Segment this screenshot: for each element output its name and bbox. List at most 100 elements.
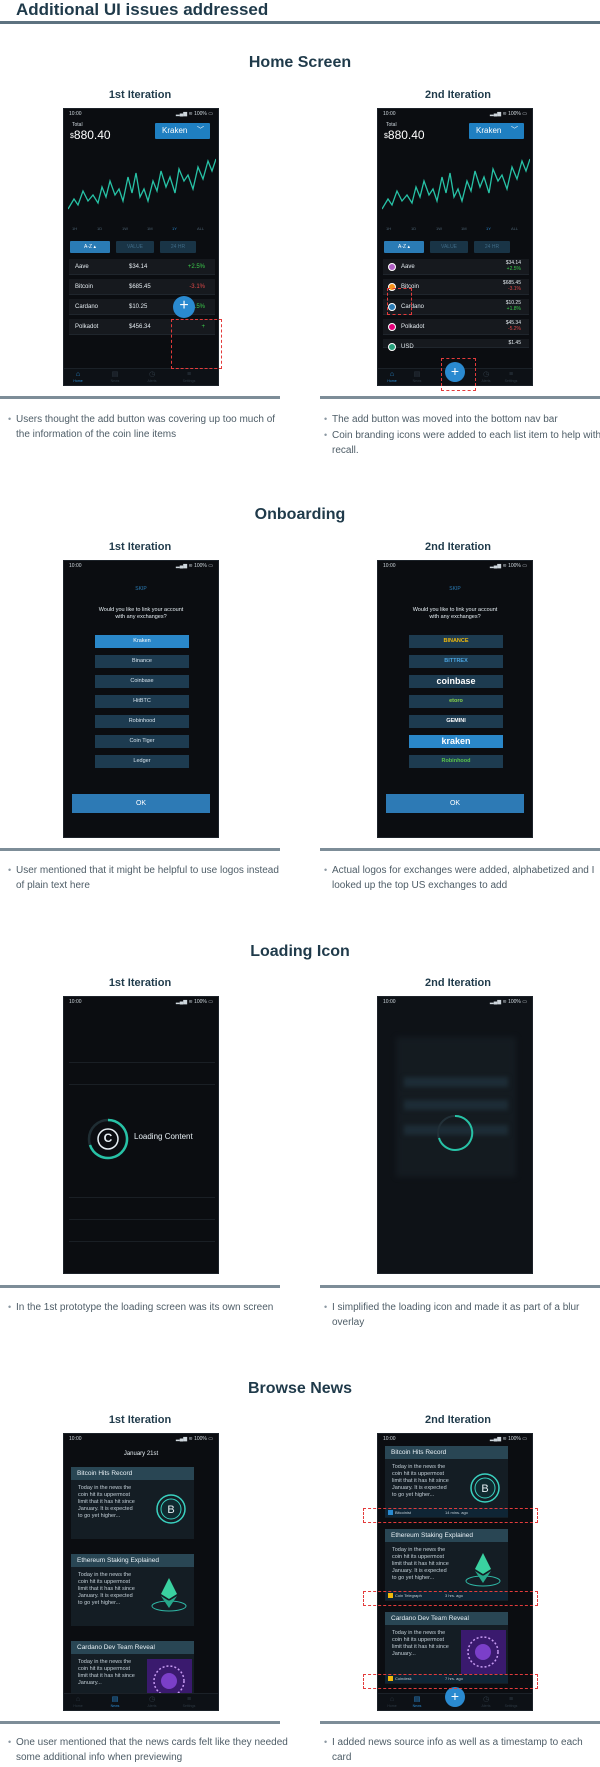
excerpt-line: January... [392,1651,416,1657]
excerpt-line: to go yet higher... [392,1492,435,1498]
nav-home[interactable]: ⌂ Home [381,371,403,383]
iteration-label: 2nd Iteration [424,89,491,101]
nav-settings[interactable]: ≡ Settings [500,371,522,383]
news-excerpt: Today in the news the coin hit its upperm… [392,1630,460,1658]
nav-settings[interactable]: ≡ Settings [500,1696,522,1708]
news-headline: Cardano Dev Team Reveal [71,1641,194,1654]
filter-24hr[interactable]: 24 HR [160,241,196,253]
exchange-logo-option[interactable]: coinbase [409,675,503,688]
exchange-option[interactable]: Ledger [95,755,189,768]
exchange-dropdown[interactable]: Kraken ﹀ [155,123,210,139]
status-bar: 10:00 ▂▄▆ ≋ 100% ▭ [69,1436,213,1442]
exchange-option[interactable]: HitBTC [95,695,189,708]
nav-settings[interactable]: ≡ Settings [178,371,200,383]
loading-spinner-icon [437,1114,474,1151]
filter-az[interactable]: A-Z ▴ [70,241,110,253]
timeframe-1m[interactable]: 1M [461,226,467,231]
btc-coin-icon: B [470,1473,500,1503]
excerpt-line: Today in the news the [78,1485,132,1491]
excerpt-line: to go yet higher... [78,1513,121,1519]
exchange-logo-option[interactable]: Robinhood [409,755,503,768]
coin-row[interactable]: Aave $34.14 +2.5% [69,259,215,275]
phone-loading-v2: 10:00 ▂▄▆ ≋ 100% ▭ [377,996,533,1274]
coin-price: $685.45 [129,284,151,290]
nav-settings[interactable]: ≡ Settings [178,1696,200,1708]
annotation-box [387,288,412,315]
add-button[interactable]: + [173,296,195,318]
timeframe-1d[interactable]: 1D [411,226,416,231]
exchange-option[interactable]: Kraken [95,635,189,648]
nav-alerts[interactable]: ◷ Alerts [141,371,163,383]
nav-alerts[interactable]: ◷ Alerts [475,1696,497,1708]
timeframe-1y[interactable]: 1Y [172,226,177,231]
annotation-box [171,319,222,369]
skip-link[interactable]: SKIP [378,586,532,592]
exchange-logo-option[interactable]: BINANCE [409,635,503,648]
add-button[interactable]: + [445,1687,465,1707]
filter-value[interactable]: VALUE [116,241,154,253]
timeframe-1d[interactable]: 1D [97,226,102,231]
coin-row[interactable]: USD $1.45 [383,339,529,351]
nav-alerts[interactable]: ◷ Alerts [141,1696,163,1708]
nav-news[interactable]: ▤ News [104,371,126,383]
section-title: Browse News [247,1380,353,1397]
status-bar: 10:00 ▂▄▆ ≋ 100% ▭ [378,109,532,119]
nav-news[interactable]: ▤ News [406,371,428,383]
coin-change: +1.8% [506,306,521,312]
exchange-logo-option[interactable]: GEMINI [409,715,503,728]
iteration-label: 1st Iteration [108,89,172,101]
section-divider [320,1285,600,1288]
filter-24hr[interactable]: 24 HR [474,241,510,253]
nav-home[interactable]: ⌂ Home [67,371,89,383]
nav-alerts[interactable]: ◷ Alerts [475,371,497,383]
status-bar: 10:00 ▂▄▆ ≋ 100% ▭ [64,109,218,119]
timeframe-1w[interactable]: 1W [122,226,128,231]
coin-row[interactable]: Aave $34.14 +2.5% [383,259,529,275]
nav-home[interactable]: ⌂ Home [67,1696,89,1708]
notes-v2: I simplified the loading icon and made i… [324,1300,600,1331]
section-divider [0,396,280,399]
excerpt-line: to go yet higher... [392,1575,435,1581]
coin-row[interactable]: Polkadot $45.34 -5.2% [383,319,529,335]
note-item: Actual logos for exchanges were added, a… [324,863,600,893]
nav-news[interactable]: ▤ News [406,1696,428,1708]
news-card[interactable]: Bitcoin Hits Record Today in the news the… [71,1467,194,1539]
exchange-option[interactable]: Robinhood [95,715,189,728]
exchange-option[interactable]: Coinbase [95,675,189,688]
news-thumbnail: B [147,1485,192,1530]
note-item: Users thought the add button was coverin… [8,412,288,442]
timeframe-row: 1H 1D 1W 1M 1Y ALL [378,226,532,234]
timeframe-1h[interactable]: 1H [386,226,391,231]
exchange-option[interactable]: Binance [95,655,189,668]
news-card[interactable]: Ethereum Staking Explained Today in the n… [71,1554,194,1626]
exchange-logo-option[interactable]: etoro [409,695,503,708]
nav-home[interactable]: ⌂ Home [381,1696,403,1708]
home-icon: ⌂ [75,371,81,378]
iteration-label: 1st Iteration [108,1414,172,1426]
note-item: In the 1st prototype the loading screen … [8,1300,288,1315]
timeframe-1w[interactable]: 1W [436,226,442,231]
section-divider [0,1285,280,1288]
exchange-logo-option[interactable]: kraken [409,735,503,748]
placeholder-line [69,1219,215,1220]
excerpt-line: limit that it has hit since [78,1673,135,1679]
exchange-logo-option[interactable]: BITTREX [409,655,503,668]
timeframe-all[interactable]: ALL [511,226,518,231]
coin-name: Bitcoin [75,284,94,290]
exchange-dropdown[interactable]: Kraken ﹀ [469,123,524,139]
excerpt-line: Today in the news the [78,1659,132,1665]
exchange-option[interactable]: Coin Tiger [95,735,189,748]
skip-link[interactable]: SKIP [64,586,218,592]
timeframe-1m[interactable]: 1M [147,226,153,231]
filter-az[interactable]: A-Z ▴ [384,241,424,253]
timeframe-all[interactable]: ALL [197,226,204,231]
ok-button[interactable]: OK [72,794,210,813]
timeframe-1h[interactable]: 1H [72,226,77,231]
coin-row[interactable]: Bitcoin $685.45 -3.1% [69,279,215,295]
news-icon: ▤ [111,371,119,378]
settings-icon: ≡ [186,371,192,378]
timeframe-1y[interactable]: 1Y [486,226,491,231]
filter-value[interactable]: VALUE [430,241,468,253]
nav-news[interactable]: ▤ News [104,1696,126,1708]
ok-button[interactable]: OK [386,794,524,813]
